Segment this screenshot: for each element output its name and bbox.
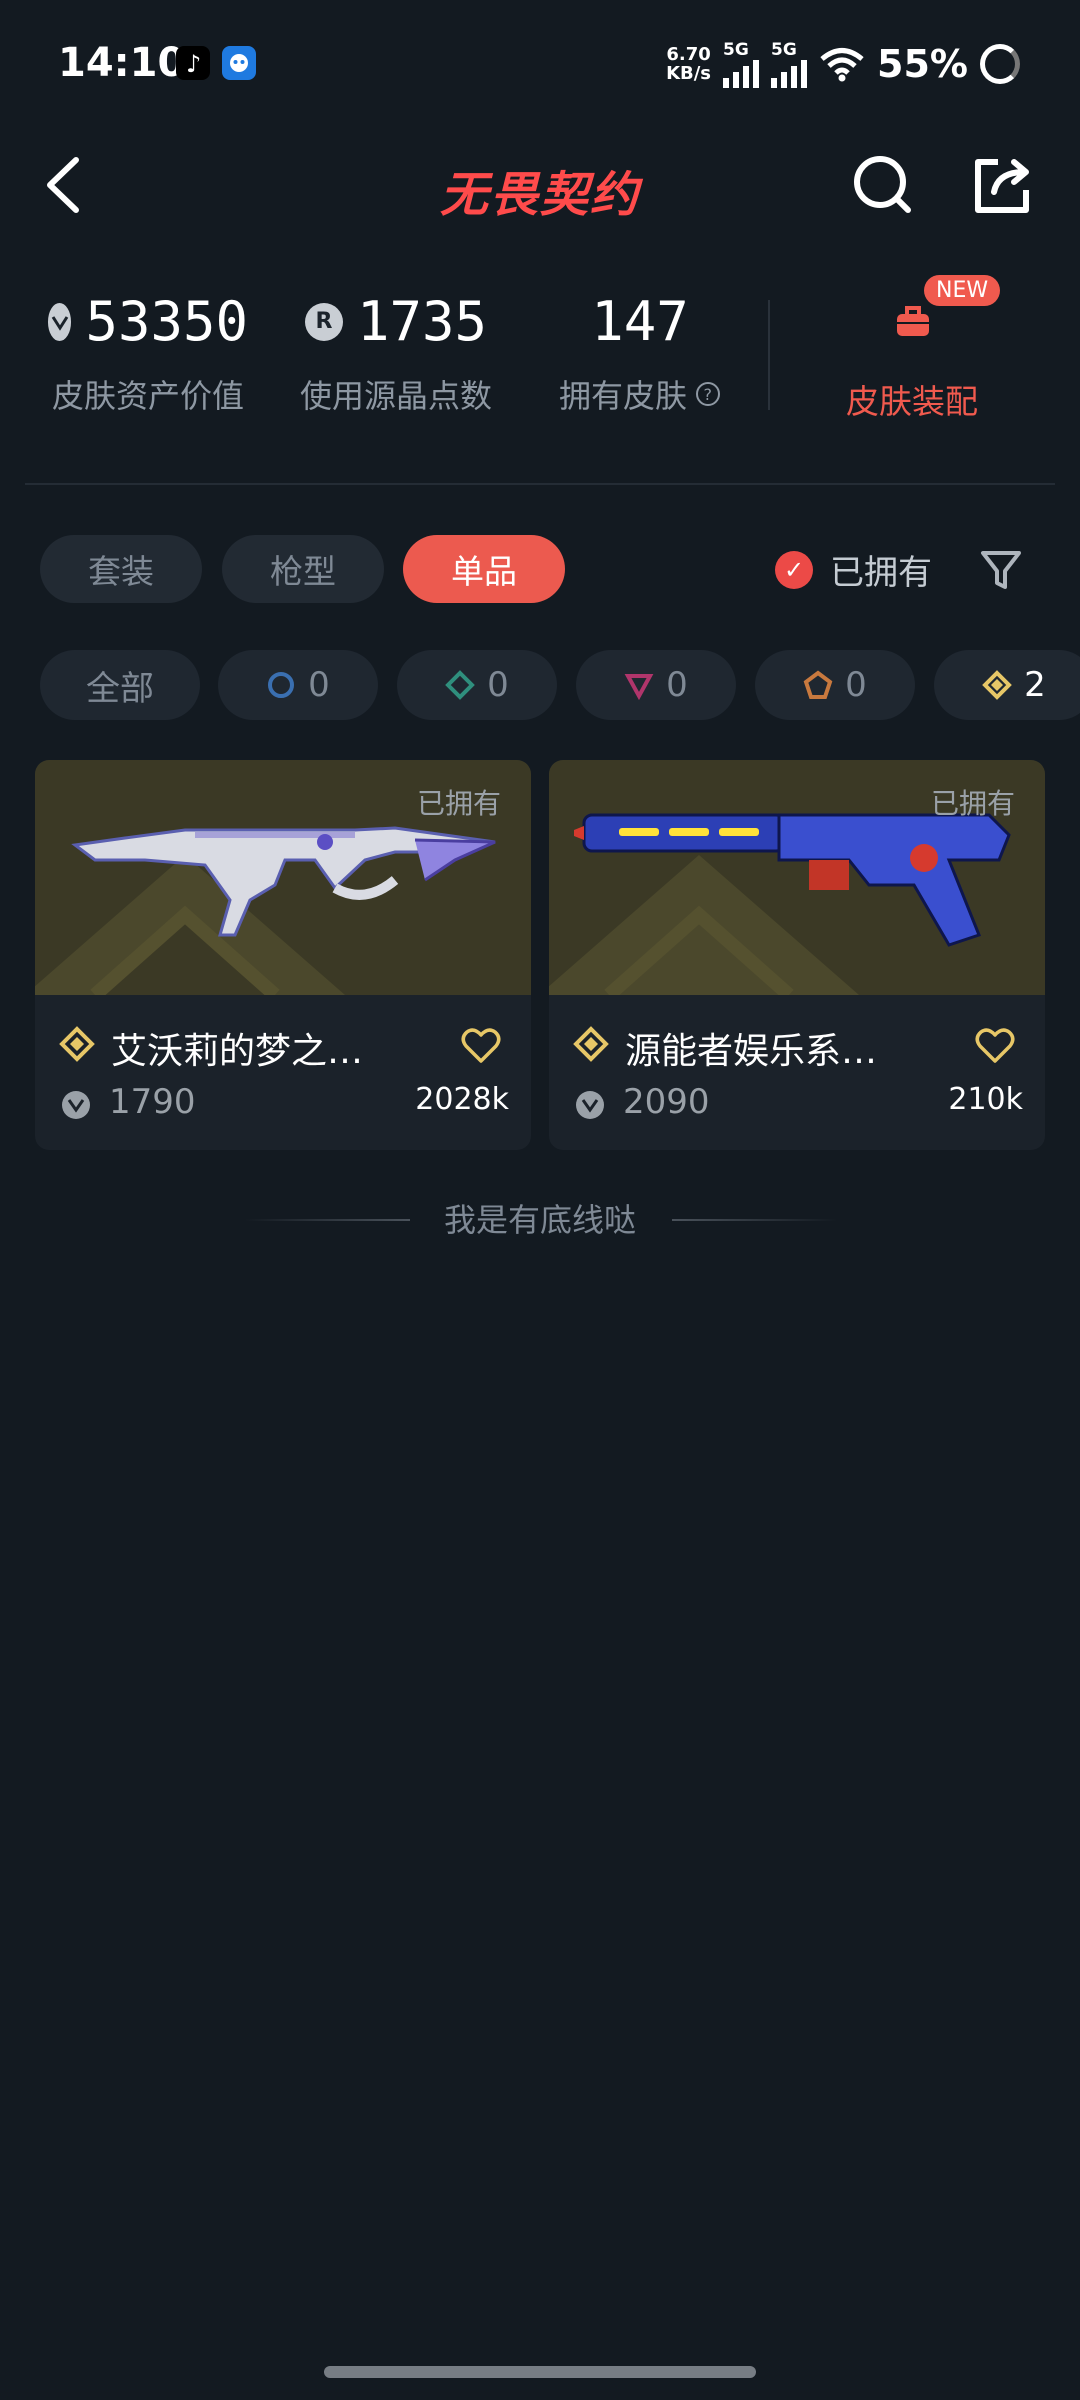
tab-weapon-type[interactable]: 枪型	[222, 535, 384, 603]
favorite-heart-icon[interactable]	[975, 1028, 1015, 1064]
tiktok-icon: ♪	[176, 46, 210, 80]
chip-all[interactable]: 全部	[40, 650, 200, 720]
chip-exclusive-tier[interactable]: 0	[755, 650, 915, 720]
vp-coin-icon	[48, 302, 72, 341]
top-bar: 无畏契约	[0, 130, 1080, 240]
skins-stat: 147 拥有皮肤 ?	[555, 290, 725, 417]
select-tier-icon	[268, 672, 295, 698]
premium-tier-icon	[624, 674, 654, 700]
share-button[interactable]	[968, 150, 1038, 220]
owned-tag: 已拥有	[930, 787, 1015, 820]
chip-select-tier[interactable]: 0	[218, 650, 378, 720]
favorite-heart-icon[interactable]	[461, 1028, 501, 1064]
signal-icon	[771, 60, 808, 88]
filter-icon[interactable]	[978, 545, 1024, 595]
svg-text:♪: ♪	[186, 50, 201, 78]
radianite-coin-icon: R	[304, 302, 343, 341]
svg-text:?: ?	[704, 385, 713, 404]
stats-panel: 53350 皮肤资产价值 R 1735 使用源晶点数 147 拥有皮肤 ? NE…	[0, 270, 1080, 440]
chip-ultra-tier[interactable]: 2	[934, 650, 1080, 720]
skin-price: 1790	[109, 1082, 196, 1122]
skin-image: 已拥有	[35, 760, 531, 995]
search-button[interactable]	[848, 150, 918, 220]
points-label: 使用源晶点数	[299, 377, 492, 415]
asset-value: 53350	[85, 290, 248, 353]
exclusive-tier-icon	[803, 670, 833, 699]
ultra-tier-icon	[59, 1026, 95, 1062]
signal-icon	[723, 60, 760, 88]
page-title: 无畏契约	[439, 167, 640, 223]
ultra-tier-icon	[982, 670, 1013, 700]
bottom-divider-right	[672, 1219, 837, 1221]
outfit-label: 皮肤装配	[846, 382, 978, 421]
battery-ring-icon	[980, 44, 1020, 84]
help-icon[interactable]: ?	[695, 381, 721, 407]
section-divider	[25, 483, 1055, 485]
points-value: 1735	[356, 290, 488, 353]
skin-card[interactable]: 已拥有 源能者娱乐系… 2090 210k	[549, 760, 1045, 1150]
deluxe-tier-icon	[445, 670, 476, 700]
points-stat: R 1735 使用源晶点数	[296, 290, 496, 417]
rarity-filter-row: 全部 0 0 0 0 2	[0, 650, 1080, 722]
ultra-tier-icon	[573, 1026, 609, 1062]
skin-name: 源能者娱乐系…	[625, 1031, 878, 1072]
skins-count: 147	[591, 290, 689, 353]
share-icon	[975, 159, 1029, 213]
search-icon	[854, 156, 911, 213]
chip-deluxe-tier[interactable]: 0	[397, 650, 557, 720]
skin-name: 艾沃莉的梦之…	[111, 1031, 364, 1072]
category-tabs: 套装 枪型 单品 ✓ 已拥有	[0, 535, 1080, 605]
owned-tag: 已拥有	[416, 787, 501, 820]
home-indicator[interactable]	[324, 2366, 756, 2378]
status-bar: 14:10 ♪ 6.70 KB/s 5G 5G 55%	[0, 0, 1080, 130]
status-time: 14:10	[58, 40, 186, 86]
owned-filter-label[interactable]: 已拥有	[830, 545, 932, 594]
chip-premium-tier[interactable]: 0	[576, 650, 736, 720]
skin-price: 2090	[623, 1082, 710, 1122]
vp-coin-icon	[576, 1091, 604, 1119]
wifi-icon	[820, 48, 864, 82]
asset-value-label: 皮肤资产价值	[51, 377, 244, 415]
skin-owner-count: 210k	[948, 1082, 1023, 1117]
new-badge: NEW	[924, 275, 1001, 306]
outfit-icon	[897, 306, 929, 336]
skins-label: 拥有皮肤	[558, 377, 687, 415]
battery-percent: 55%	[877, 42, 968, 86]
vp-coin-icon	[62, 1091, 90, 1119]
tab-single-item[interactable]: 单品	[403, 535, 565, 603]
network-speed: 6.70 KB/s	[666, 44, 712, 84]
signal-5g-2: 5G	[771, 40, 808, 88]
skin-card[interactable]: 已拥有 艾沃莉的梦之… 1790 2028k	[35, 760, 531, 1150]
robot-app-icon	[222, 46, 256, 80]
asset-value-stat: 53350 皮肤资产价值	[48, 290, 248, 417]
tab-bundle[interactable]: 套装	[40, 535, 202, 603]
skin-owner-count: 2028k	[415, 1082, 509, 1117]
end-of-list-text: 我是有底线哒	[443, 1201, 636, 1239]
skin-image: 已拥有	[549, 760, 1045, 995]
signal-5g-1: 5G	[723, 40, 760, 88]
owned-checkbox[interactable]: ✓	[775, 551, 813, 589]
stats-divider	[768, 300, 770, 410]
